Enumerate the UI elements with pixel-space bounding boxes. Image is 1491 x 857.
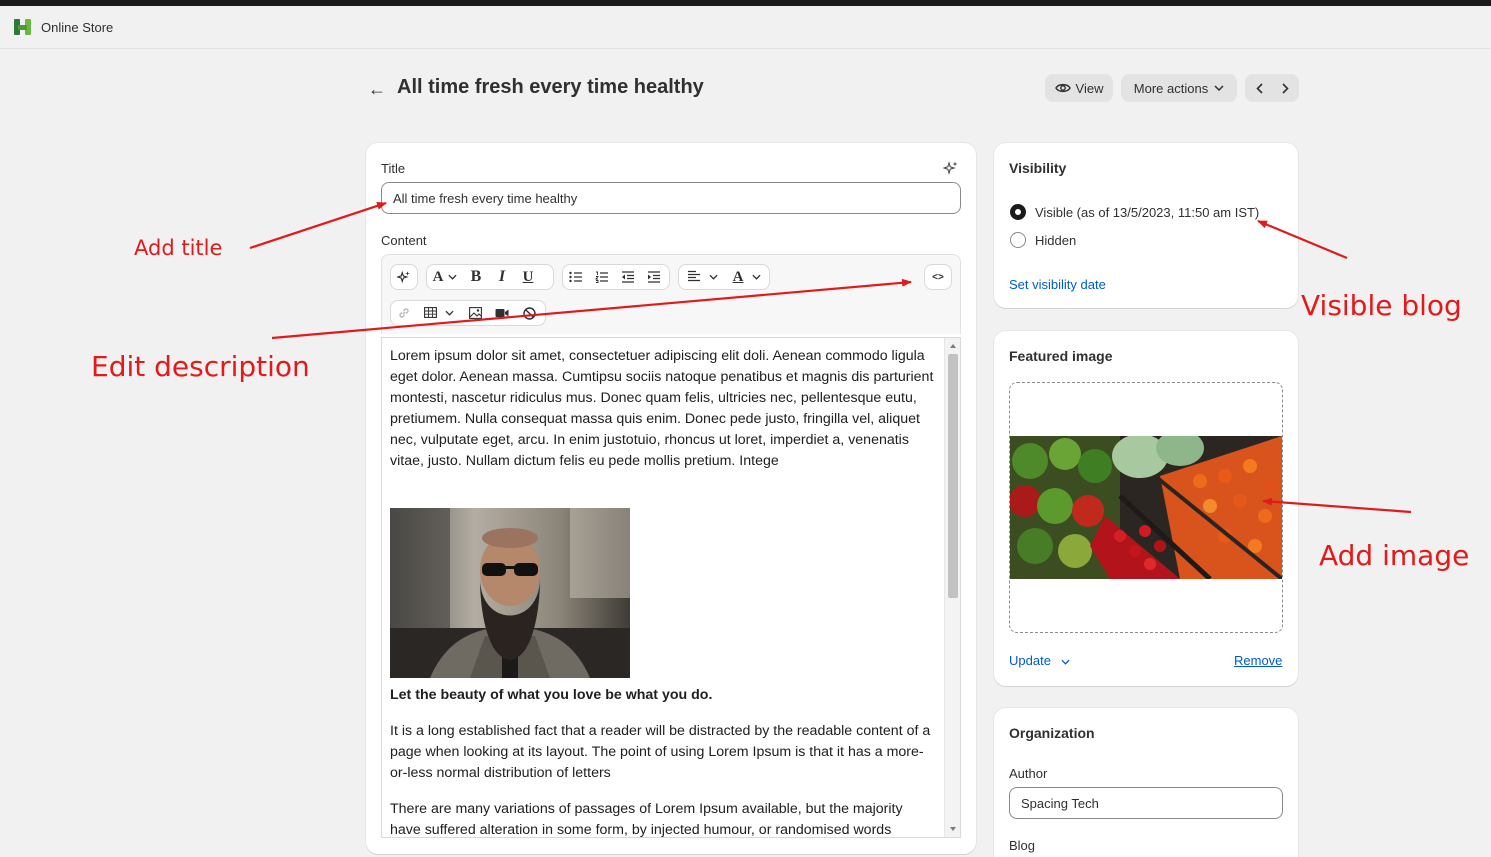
visible-blog-arrow: [1257, 219, 1348, 260]
add-image-arrow: [1262, 497, 1412, 514]
add-title-arrow: [249, 201, 387, 250]
edit-description-arrow: [271, 278, 912, 340]
annotation-arrows: [249, 201, 1412, 514]
